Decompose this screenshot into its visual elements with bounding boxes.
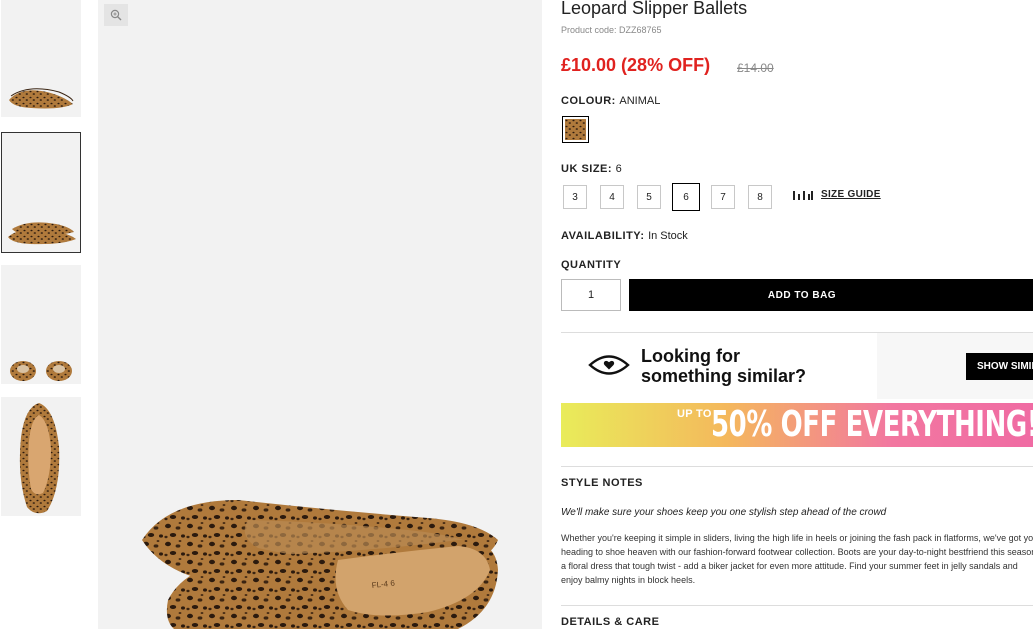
colour-label-text: COLOUR: — [561, 95, 616, 107]
size-option-3[interactable]: 3 — [563, 185, 587, 209]
size-option-6[interactable]: 6 — [672, 183, 700, 211]
description-line: enjoy balmy nights in block heels. — [561, 575, 696, 585]
size-option-5[interactable]: 5 — [637, 185, 661, 209]
availability: AVAILABILITY: In Stock — [561, 230, 688, 242]
description-line: heading to shoe heaven with our fashion-… — [561, 547, 1033, 557]
style-notes-tagline: We'll make sure your shoes keep you one … — [561, 507, 887, 518]
size-guide-label[interactable]: SIZE GUIDE — [821, 189, 881, 200]
size-label-text: UK SIZE: — [561, 163, 613, 175]
details-care-heading[interactable]: DETAILS & CARE — [561, 616, 659, 628]
similar-line-1: Looking for — [641, 346, 740, 366]
availability-value: In Stock — [648, 230, 688, 242]
quantity-input[interactable] — [561, 279, 621, 311]
style-notes-heading: STYLE NOTES — [561, 477, 643, 489]
eye-icon — [588, 355, 630, 375]
sale-price: £10.00 (28% OFF) — [561, 55, 711, 75]
size-option-7[interactable]: 7 — [711, 185, 735, 209]
size-option-4[interactable]: 4 — [600, 185, 624, 209]
promo-upto: UP TO — [677, 408, 712, 420]
divider — [561, 466, 1033, 467]
thumbnail-4[interactable] — [1, 397, 81, 516]
main-product-image[interactable]: FL-4 6 — [98, 0, 542, 629]
show-similar-button[interactable]: SHOW SIMILAR — [966, 353, 1033, 380]
promo-headline: 50% OFF EVERYTHING! — [711, 404, 1033, 445]
size-label: UK SIZE: 6 — [561, 163, 622, 175]
style-notes-description: Whether you're keeping it simple in slid… — [561, 531, 1033, 587]
quantity-label: QUANTITY — [561, 259, 622, 271]
divider — [561, 605, 1033, 606]
similar-text: Looking for something similar? — [641, 346, 806, 386]
size-guide-link[interactable]: SIZE GUIDE — [793, 189, 881, 200]
thumbnail-3[interactable] — [1, 265, 81, 384]
colour-label: COLOUR: ANIMAL — [561, 95, 660, 107]
size-value: 6 — [615, 163, 622, 175]
ruler-icon — [793, 190, 813, 200]
similar-line-2: something similar? — [641, 366, 807, 386]
product-code: Product code: DZZ68765 — [561, 25, 662, 35]
was-price: £14.00 — [737, 61, 774, 75]
availability-label: AVAILABILITY: — [561, 230, 645, 242]
thumbnail-2[interactable] — [1, 132, 81, 253]
leopard-swatch-icon — [565, 119, 586, 140]
colour-value: ANIMAL — [619, 95, 661, 107]
product-title: Leopard Slipper Ballets — [561, 0, 748, 18]
colour-swatch-animal[interactable] — [562, 116, 589, 143]
description-line: Whether you're keeping it simple in slid… — [561, 533, 1033, 543]
add-to-bag-button[interactable]: ADD TO BAG — [629, 279, 1033, 311]
size-option-8[interactable]: 8 — [748, 185, 772, 209]
promo-banner[interactable]: UP TO 50% OFF EVERYTHING! — [561, 403, 1033, 447]
description-line: a floral dress that tough twist - add a … — [561, 561, 1018, 571]
similar-banner: Looking for something similar? SHOW SIMI… — [561, 333, 1033, 399]
shoe-illustration: FL-4 6 — [142, 500, 498, 629]
thumbnail-1[interactable] — [1, 0, 81, 117]
